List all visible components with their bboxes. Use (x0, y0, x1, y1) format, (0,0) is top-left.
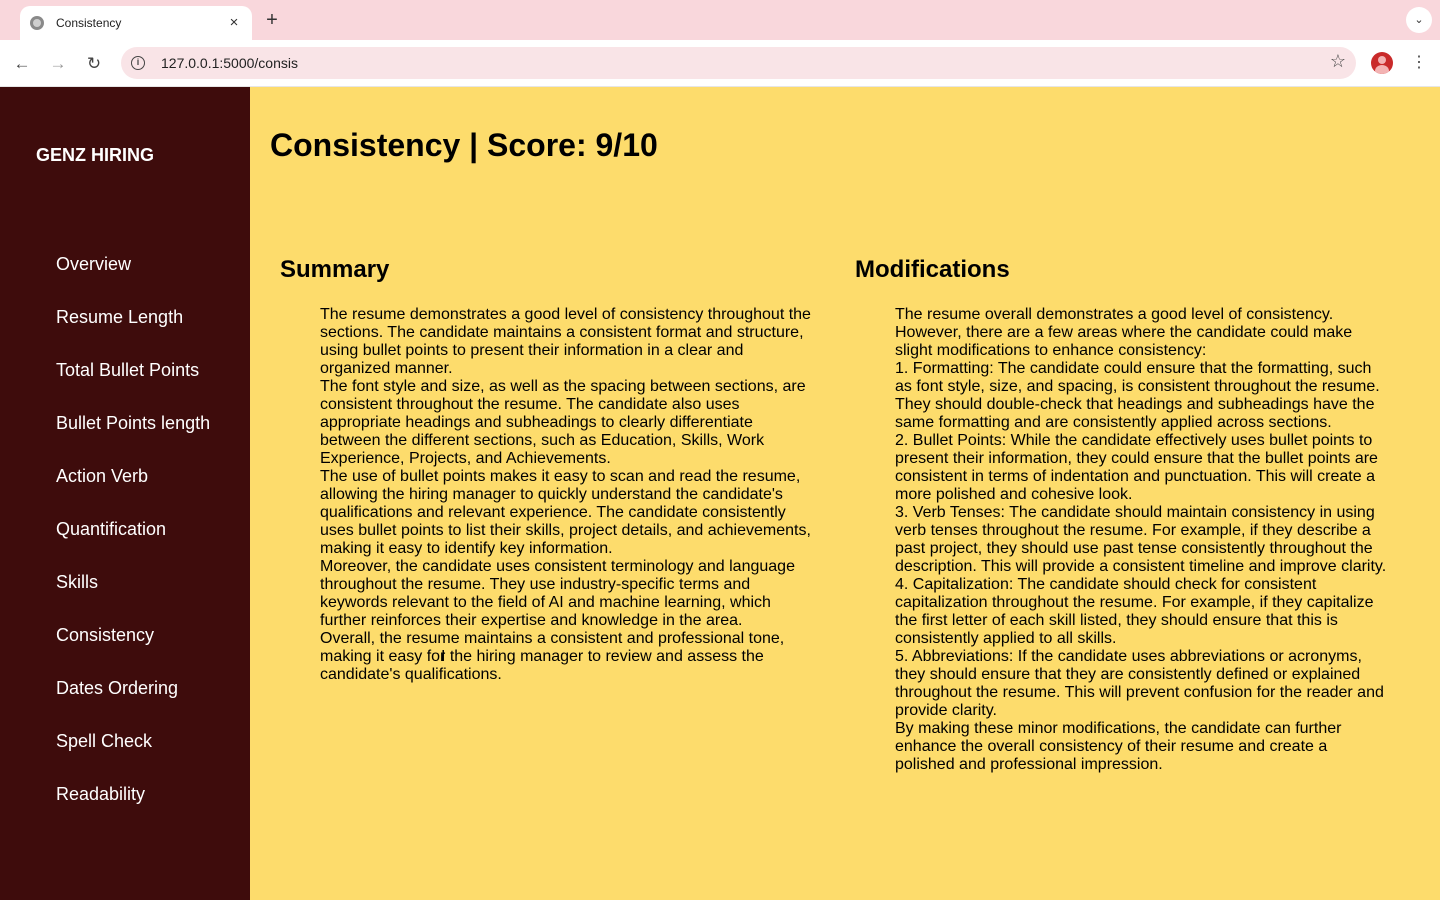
address-bar[interactable]: i 127.0.0.1:5000/consis ☆ (121, 47, 1356, 79)
forward-button[interactable]: → (46, 52, 70, 76)
bookmark-star-icon[interactable]: ☆ (1330, 51, 1346, 72)
sidebar-item-skills[interactable]: Skills (0, 570, 250, 623)
brand-logo-text[interactable]: GENZ HIRING (36, 145, 154, 166)
tab-search-button[interactable]: ⌄ (1406, 7, 1432, 33)
text-line: organized manner. (320, 360, 453, 377)
text-line: Moreover, the candidate uses consistent … (320, 558, 795, 575)
back-button[interactable]: ← (10, 52, 34, 76)
text-line: capitalization throughout the resume. Fo… (895, 594, 1374, 611)
text-line: verb tenses throughout the resume. For e… (895, 522, 1371, 539)
text-line: present their information, they could en… (895, 450, 1378, 467)
text-line: the first letter of each skill listed, t… (895, 612, 1338, 629)
modifications-section: Modifications The resume overall demonst… (855, 256, 1400, 774)
text-line: making it easy for the hiring manager to… (320, 648, 764, 665)
text-line: appropriate headings and subheadings to … (320, 414, 753, 431)
modifications-text: The resume overall demonstrates a good l… (895, 306, 1400, 774)
reload-button[interactable]: ↻ (82, 52, 106, 76)
text-line: consistently applied to all skills. (895, 630, 1117, 647)
url-text[interactable]: 127.0.0.1:5000/consis (161, 55, 298, 71)
text-line: more polished and cohesive look. (895, 486, 1133, 503)
text-line: slight modifications to enhance consiste… (895, 342, 1207, 359)
new-tab-button[interactable]: + (260, 8, 284, 32)
site-info-icon[interactable]: i (131, 56, 145, 70)
text-line: polished and professional impression. (895, 756, 1163, 773)
text-line: same formatting and are consistently app… (895, 414, 1332, 431)
text-line: between the different sections, such as … (320, 432, 765, 449)
text-line: 4. Capitalization: The candidate should … (895, 576, 1317, 593)
text-line: allowing the hiring manager to quickly u… (320, 486, 783, 503)
text-line: 2. Bullet Points: While the candidate ef… (895, 432, 1373, 449)
text-line: They should double-check that headings a… (895, 396, 1375, 413)
summary-section: Summary The resume demonstrates a good l… (280, 256, 825, 684)
sidebar-nav: Overview Resume Length Total Bullet Poin… (0, 252, 250, 835)
sidebar-item-quantification[interactable]: Quantification (0, 517, 250, 570)
sidebar-item-spell-check[interactable]: Spell Check (0, 729, 250, 782)
sidebar-item-consistency[interactable]: Consistency (0, 623, 250, 676)
browser-menu-icon[interactable]: ⋮ (1410, 52, 1428, 74)
tab-strip: Consistency × + ⌄ (0, 0, 1440, 40)
text-line: description. This will provide a consist… (895, 558, 1387, 575)
summary-text: The resume demonstrates a good level of … (320, 306, 825, 684)
text-line: sections. The candidate maintains a cons… (320, 324, 804, 341)
text-line: 5. Abbreviations: If the candidate uses … (895, 648, 1362, 665)
sidebar-item-overview[interactable]: Overview (0, 252, 250, 305)
sidebar-item-readability[interactable]: Readability (0, 782, 250, 835)
text-line: The resume demonstrates a good level of … (320, 306, 811, 323)
globe-icon (30, 16, 44, 30)
text-line: they should ensure that they are consist… (895, 666, 1361, 683)
text-line: consistent in terms of indentation and p… (895, 468, 1375, 485)
browser-tab-consistency[interactable]: Consistency × (20, 6, 252, 40)
summary-heading: Summary (280, 256, 390, 283)
tab-title: Consistency (56, 16, 122, 30)
text-line: The use of bullet points makes it easy t… (320, 468, 801, 485)
text-line: using bullet points to present their inf… (320, 342, 744, 359)
text-line: as font style, size, and spacing, is con… (895, 378, 1380, 395)
text-line: provide clarity. (895, 702, 997, 719)
text-line: keywords relevant to the field of AI and… (320, 594, 771, 611)
profile-avatar-icon[interactable] (1371, 52, 1393, 74)
browser-toolbar: ← → ↻ i 127.0.0.1:5000/consis ☆ (0, 40, 1440, 87)
sidebar-item-action-verb[interactable]: Action Verb (0, 464, 250, 517)
sidebar-item-total-bullet-points[interactable]: Total Bullet Points (0, 358, 250, 411)
text-line: Overall, the resume maintains a consiste… (320, 630, 785, 647)
close-icon[interactable]: × (226, 15, 242, 31)
text-line: uses bullet points to list their skills,… (320, 522, 811, 539)
sidebar-item-dates-ordering[interactable]: Dates Ordering (0, 676, 250, 729)
text-line: enhance the overall consistency of their… (895, 738, 1328, 755)
text-line: consistent throughout the resume. The ca… (320, 396, 740, 413)
text-line: throughout the resume. This will prevent… (895, 684, 1384, 701)
page-title: Consistency | Score: 9/10 (270, 127, 658, 163)
sidebar-item-bullet-points-length[interactable]: Bullet Points length (0, 411, 250, 464)
text-line: making it easy to identify key informati… (320, 540, 613, 557)
text-line: further reinforces their expertise and k… (320, 612, 743, 629)
text-line: qualifications and relevant experience. … (320, 504, 786, 521)
text-line: candidate's qualifications. (320, 666, 502, 683)
text-cursor-icon: I (441, 648, 446, 665)
text-line: Experience, Projects, and Achievements. (320, 450, 611, 467)
modifications-heading: Modifications (855, 256, 1010, 283)
sidebar-item-resume-length[interactable]: Resume Length (0, 305, 250, 358)
text-line: 1. Formatting: The candidate could ensur… (895, 360, 1372, 377)
text-line: The font style and size, as well as the … (320, 378, 806, 395)
text-line: The resume overall demonstrates a good l… (895, 306, 1334, 323)
text-line: 3. Verb Tenses: The candidate should mai… (895, 504, 1375, 521)
text-line: By making these minor modifications, the… (895, 720, 1342, 737)
text-line: past project, they should use past tense… (895, 540, 1373, 557)
text-line: throughout the resume. They use industry… (320, 576, 751, 593)
sidebar: GENZ HIRING Overview Resume Length Total… (0, 87, 250, 900)
text-line: However, there are a few areas where the… (895, 324, 1353, 341)
